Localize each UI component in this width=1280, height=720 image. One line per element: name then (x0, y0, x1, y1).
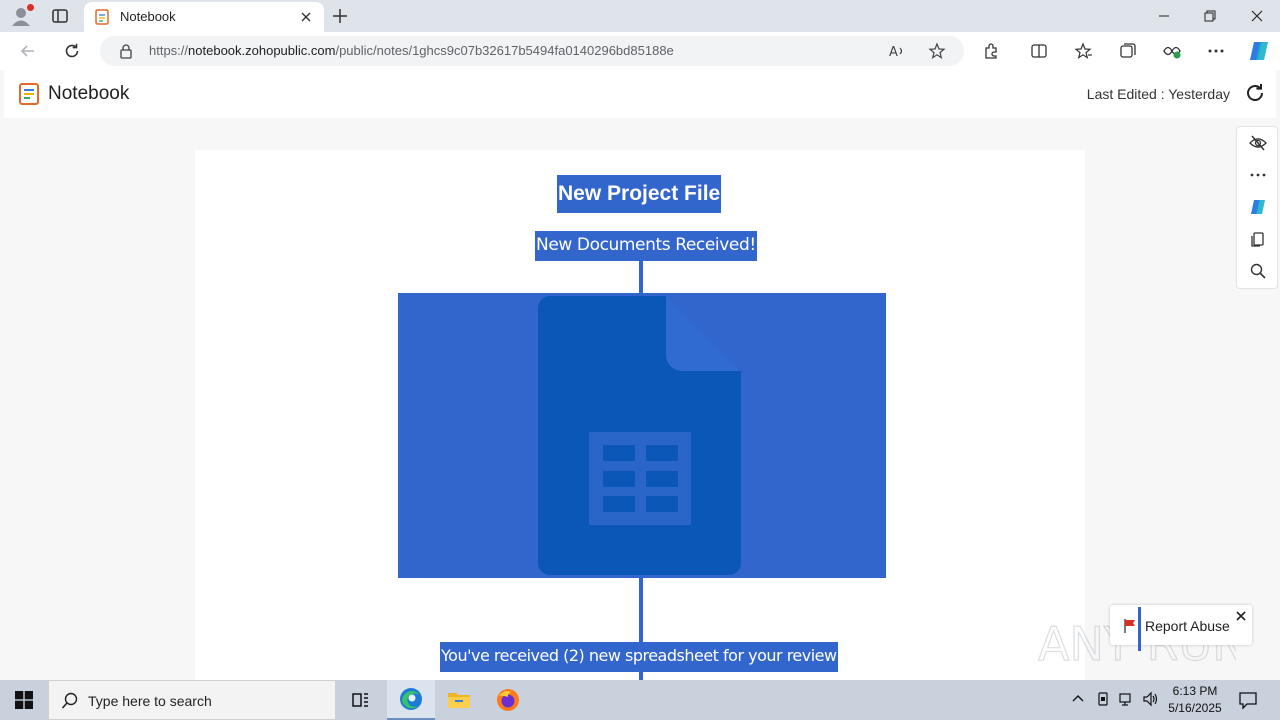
notebook-favicon-icon (94, 9, 110, 25)
taskbar-edge[interactable] (387, 680, 435, 720)
close-popup-icon[interactable] (1235, 609, 1247, 621)
taskbar-firefox[interactable] (484, 680, 532, 720)
connector-line-bottom (639, 672, 643, 680)
read-aloud-icon[interactable]: A (888, 42, 906, 60)
favorite-star-icon[interactable] (928, 42, 946, 60)
last-edited-text: Last Edited : Yesterday (1086, 86, 1230, 102)
tab-actions-icon[interactable] (50, 6, 70, 26)
report-abuse-popup[interactable]: Report Abuse (1110, 605, 1252, 651)
note-tools-sidebar (1236, 126, 1278, 289)
browser-tab-bar: Notebook (0, 0, 1280, 32)
browser-toolbar: https://notebook.zohopublic.com/public/n… (0, 32, 1280, 70)
search-magnifier-icon (61, 692, 79, 710)
firefox-icon (497, 689, 519, 711)
refresh-note-icon[interactable] (1244, 82, 1266, 104)
copy-icon[interactable] (1248, 229, 1268, 249)
windows-start-button[interactable] (0, 680, 48, 720)
windows-logo-icon (15, 691, 33, 709)
task-view-icon (352, 693, 368, 707)
notification-center-icon[interactable] (1238, 690, 1258, 710)
volume-icon[interactable] (1141, 690, 1159, 708)
copilot-icon[interactable] (1246, 38, 1272, 64)
search-icon[interactable] (1248, 261, 1268, 281)
split-screen-icon[interactable] (1028, 40, 1050, 62)
hide-eye-icon[interactable] (1248, 133, 1268, 153)
close-window-button[interactable] (1234, 0, 1280, 32)
app-name: Notebook (48, 83, 130, 104)
more-options-icon[interactable] (1205, 40, 1227, 62)
folder-icon (448, 693, 470, 708)
report-abuse-label[interactable]: Report Abuse (1145, 618, 1230, 634)
refresh-button[interactable] (61, 40, 83, 62)
network-icon[interactable] (1117, 690, 1135, 708)
browser-tab[interactable]: Notebook (84, 2, 324, 32)
taskbar-search-box[interactable]: Type here to search (48, 680, 336, 720)
clock-date: 5/16/2025 (1168, 701, 1222, 715)
profile-icon[interactable] (10, 4, 34, 27)
minimize-button[interactable] (1141, 0, 1187, 32)
google-sheets-icon (538, 296, 741, 575)
lock-icon[interactable] (118, 43, 134, 59)
flag-icon (1124, 619, 1136, 633)
edge-icon (400, 688, 422, 710)
url-text[interactable]: https://notebook.zohopublic.com/public/n… (149, 43, 674, 58)
taskbar-file-explorer[interactable] (435, 680, 483, 720)
new-tab-button[interactable] (330, 6, 350, 26)
note-title: New Project File (557, 175, 722, 213)
svg-text:A: A (889, 45, 898, 60)
note-subtitle: New Documents Received! (535, 231, 757, 261)
extensions-icon[interactable] (980, 40, 1002, 62)
spreadsheet-image[interactable] (398, 293, 886, 578)
favorites-icon[interactable] (1073, 40, 1095, 62)
address-bar[interactable]: https://notebook.zohopublic.com/public/n… (100, 36, 964, 66)
back-button[interactable] (17, 40, 39, 62)
connector-line (639, 261, 643, 293)
notebook-logo-icon (17, 82, 41, 106)
tab-close-icon[interactable] (298, 9, 314, 25)
usb-device-icon[interactable] (1094, 690, 1112, 708)
popup-accent-bar (1138, 607, 1141, 651)
more-icon[interactable] (1248, 165, 1268, 185)
tab-title: Notebook (120, 9, 176, 24)
copilot-small-icon[interactable] (1248, 197, 1268, 217)
search-placeholder: Type here to search (88, 693, 212, 709)
taskbar-clock[interactable]: 6:13 PM 5/16/2025 (1164, 683, 1226, 717)
browser-essentials-icon[interactable] (1161, 40, 1183, 62)
clock-time: 6:13 PM (1172, 684, 1218, 698)
connector-line-lower (639, 578, 643, 642)
restore-button[interactable] (1187, 0, 1233, 32)
collections-icon[interactable] (1117, 40, 1139, 62)
note-review-link[interactable]: You've received (2) new spreadsheet for … (440, 642, 838, 672)
notebook-header: Notebook Last Edited : Yesterday (4, 70, 1276, 118)
task-view-button[interactable] (336, 680, 384, 720)
windows-taskbar: Type here to search 6:13 PM 5/16/2025 (0, 680, 1280, 720)
show-hidden-icons-chevron-icon[interactable] (1069, 690, 1087, 708)
